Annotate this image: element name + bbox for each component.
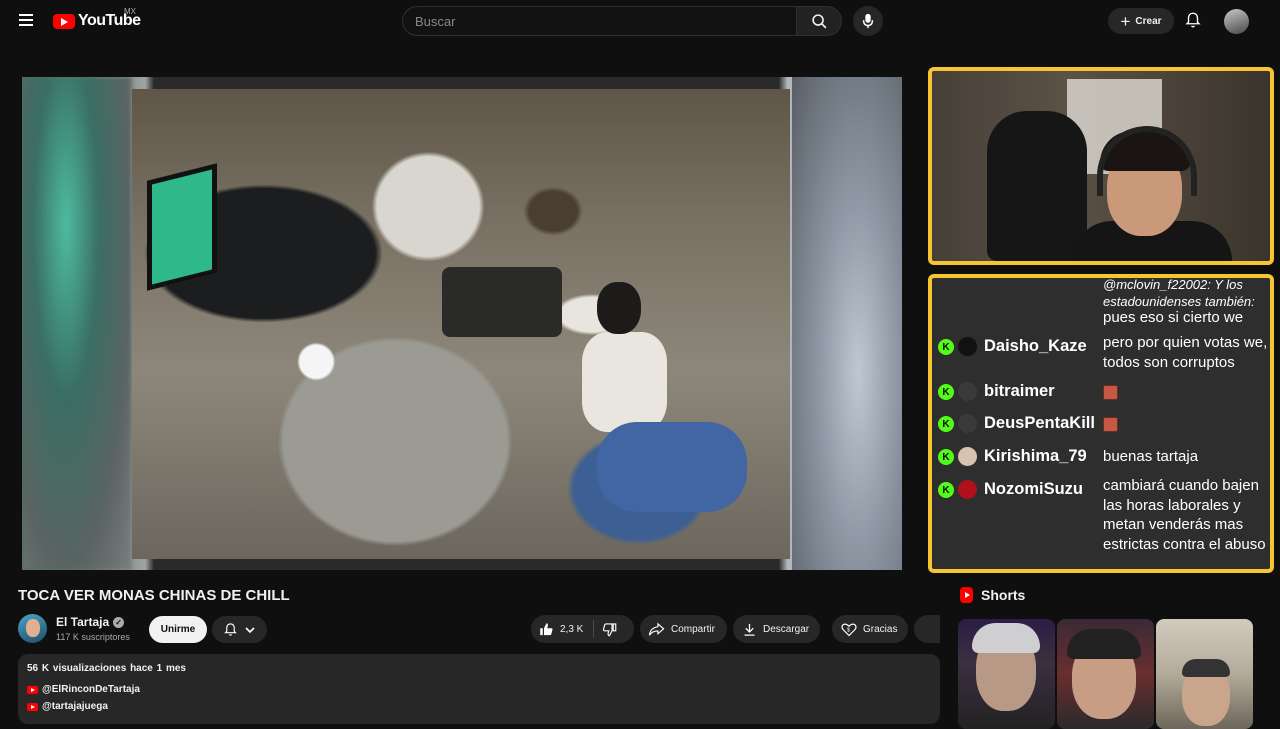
microphone-icon (862, 13, 874, 29)
video-person-legs (597, 422, 747, 512)
channel-handle: @ElRinconDeTartaja (42, 684, 140, 695)
verified-check-icon: ✓ (113, 616, 125, 628)
join-button[interactable]: Unirme (149, 616, 207, 643)
short-hair (1182, 659, 1230, 677)
account-avatar[interactable] (1224, 9, 1249, 34)
chat-username: Daisho_Kaze (984, 337, 1087, 355)
stream-chat-overlay: @mclovin_f22002: Y los estadounidenses t… (928, 274, 1274, 573)
create-button[interactable]: + Crear (1108, 8, 1174, 34)
video-tv-screen (147, 163, 217, 291)
chat-message (1103, 382, 1270, 402)
channel-avatar[interactable] (18, 614, 47, 643)
thanks-label: Gracias (863, 623, 898, 635)
chevron-down-icon (245, 626, 255, 633)
dislike-icon[interactable] (602, 622, 617, 637)
video-person-head (597, 282, 641, 334)
top-bar: YouTube MX Buscar + Crear (0, 0, 1280, 42)
video-meta: 56 K visualizaciones hace 1 mes (27, 663, 186, 674)
download-icon (744, 623, 755, 636)
video-blur-left (22, 77, 132, 570)
emote-icon (1103, 384, 1118, 400)
video-title: TOCA VER MONAS CHINAS DE CHILL (18, 587, 290, 604)
chat-username: DeusPentaKill (984, 414, 1095, 432)
search-input[interactable]: Buscar (402, 6, 797, 36)
youtube-logo[interactable]: YouTube MX (53, 7, 141, 30)
kick-badge-icon: K (938, 449, 954, 465)
video-bag (442, 267, 562, 337)
chat-message (1103, 414, 1270, 434)
bell-icon (1185, 12, 1201, 28)
short-hair (1067, 629, 1141, 659)
short-thumbnail[interactable] (958, 619, 1055, 729)
subscription-notification-button[interactable] (212, 616, 267, 643)
chat-avatar (958, 382, 977, 401)
kick-badge-icon: K (938, 482, 954, 498)
chat-avatar (958, 414, 977, 433)
shorts-heading: Shorts (960, 587, 1025, 603)
bell-icon (224, 623, 237, 636)
like-dislike-group: 2,3 K (531, 615, 634, 643)
chat-message: cambiará cuando bajen las horas laborale… (1103, 477, 1266, 553)
like-separator (593, 620, 595, 638)
chat-message: buenas tartaja (1103, 448, 1199, 465)
short-thumbnail[interactable] (1156, 619, 1253, 729)
share-icon (648, 622, 665, 635)
description-box[interactable]: 56 K visualizaciones hace 1 mes @ElRinco… (18, 654, 940, 724)
like-count[interactable]: 2,3 K (560, 624, 583, 635)
description-link[interactable]: @tartajajuega (27, 701, 108, 712)
short-hair (972, 623, 1040, 653)
chat-avatar (958, 480, 977, 499)
video-person-body (582, 332, 667, 432)
like-icon[interactable] (539, 622, 554, 637)
chat-username: NozomiSuzu (984, 480, 1083, 498)
svg-text:$: $ (847, 627, 850, 633)
description-link[interactable]: @ElRinconDeTartaja (27, 684, 140, 695)
webcam-chair (987, 111, 1087, 261)
youtube-icon (27, 685, 38, 694)
chat-avatar (958, 447, 977, 466)
chat-avatar (958, 337, 977, 356)
kick-badge-icon: K (938, 339, 954, 355)
more-actions-button[interactable] (914, 615, 940, 643)
streamer-webcam (928, 67, 1274, 265)
youtube-icon (27, 702, 38, 711)
voice-search-button[interactable] (853, 6, 883, 36)
shorts-icon (960, 587, 973, 603)
chat-message: pues eso si cierto we (1103, 309, 1244, 326)
search-icon (811, 13, 826, 28)
plus-icon: + (1120, 11, 1131, 31)
search-placeholder: Buscar (415, 13, 456, 29)
download-label: Descargar (763, 623, 810, 635)
emote-icon (1103, 416, 1118, 432)
chat-reply-quote: @mclovin_f22002: Y los estadounidenses t… (1103, 277, 1255, 309)
subscriber-count: 117 K suscriptores (56, 632, 130, 642)
chat-username: Kirishima_79 (984, 447, 1087, 465)
search-button[interactable] (796, 6, 842, 36)
short-thumbnail[interactable] (1057, 619, 1154, 729)
youtube-play-icon (53, 13, 75, 29)
channel-name-text: El Tartaja (56, 615, 110, 629)
notifications-button[interactable] (1184, 11, 1204, 31)
share-label: Compartir (671, 623, 715, 635)
channel-handle: @tartajajuega (42, 701, 108, 712)
download-button[interactable]: Descargar (733, 615, 820, 643)
upload-time: hace 1 mes (130, 663, 186, 674)
channel-name[interactable]: El Tartaja ✓ (56, 615, 125, 629)
video-blur-right (792, 77, 902, 570)
shorts-title: Shorts (981, 587, 1026, 603)
region-code: MX (124, 7, 136, 16)
chat-message: pero por quien votas we, todos son corru… (1103, 334, 1268, 371)
share-button[interactable]: Compartir (640, 615, 727, 643)
hamburger-menu-icon[interactable] (16, 11, 36, 31)
kick-badge-icon: K (938, 416, 954, 432)
create-label: Crear (1135, 15, 1162, 27)
view-count: 56 K visualizaciones (27, 663, 127, 674)
thanks-button[interactable]: $ Gracias (832, 615, 908, 643)
video-player[interactable] (22, 77, 902, 570)
chat-username: bitraimer (984, 382, 1055, 400)
kick-badge-icon: K (938, 384, 954, 400)
thanks-heart-icon: $ (841, 622, 857, 636)
